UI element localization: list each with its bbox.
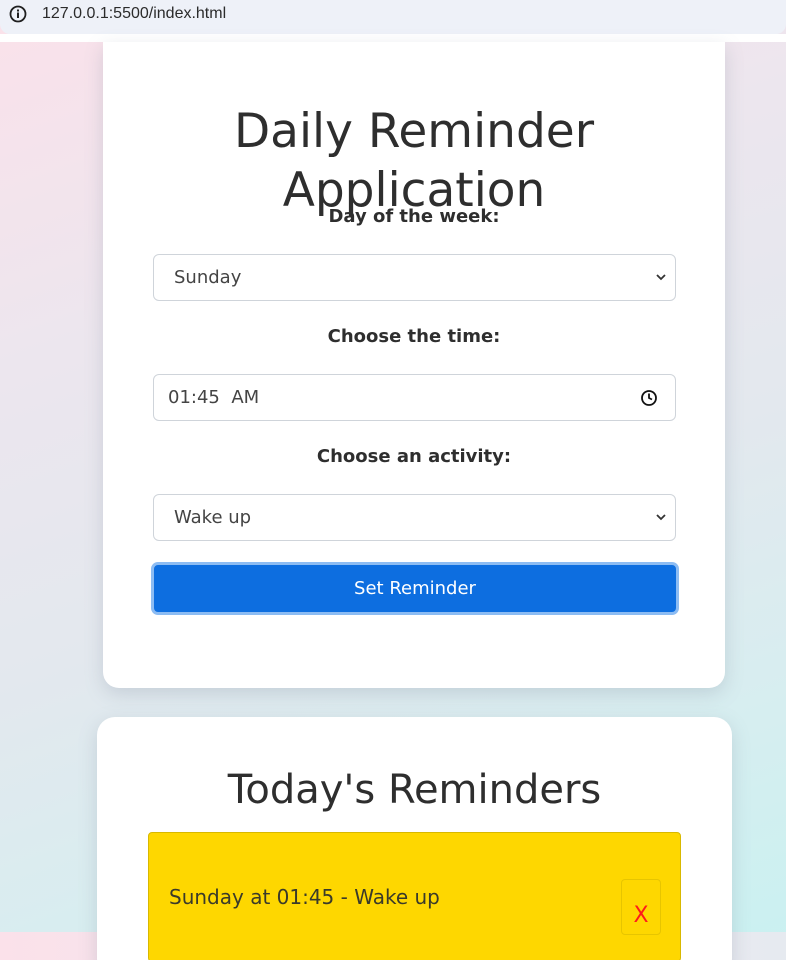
activity-select[interactable]: Wake up bbox=[153, 494, 676, 541]
page-title: Daily Reminder Application bbox=[103, 102, 725, 220]
reminders-card: Today's Reminders Sunday at 01:45 - Wake… bbox=[97, 717, 732, 960]
day-label: Day of the week: bbox=[328, 206, 500, 227]
time-input-value: 01:45 AM bbox=[168, 387, 260, 408]
clock-icon[interactable] bbox=[640, 389, 658, 407]
reminder-text: Sunday at 01:45 - Wake up bbox=[169, 885, 440, 909]
info-icon[interactable] bbox=[9, 5, 27, 23]
delete-reminder-button[interactable]: X bbox=[621, 879, 661, 935]
reminder-item: Sunday at 01:45 - Wake up X bbox=[148, 832, 681, 960]
activity-label: Choose an activity: bbox=[316, 446, 512, 467]
time-input[interactable]: 01:45 AM bbox=[153, 374, 676, 421]
reminders-heading: Today's Reminders bbox=[227, 767, 602, 813]
address-bar[interactable]: 127.0.0.1:5500/index.html bbox=[0, 0, 786, 34]
chevron-down-icon bbox=[656, 514, 666, 521]
activity-select-value: Wake up bbox=[174, 507, 252, 528]
title-line-1: Daily Reminder bbox=[233, 104, 595, 159]
chevron-down-icon bbox=[656, 274, 666, 281]
day-select-value: Sunday bbox=[174, 267, 242, 288]
reminder-form-card: Daily Reminder Application Day of the we… bbox=[103, 42, 725, 688]
set-reminder-button[interactable]: Set Reminder bbox=[151, 562, 679, 615]
time-label: Choose the time: bbox=[327, 326, 501, 347]
day-select[interactable]: Sunday bbox=[153, 254, 676, 301]
toolbar-divider bbox=[0, 34, 786, 42]
url-text[interactable]: 127.0.0.1:5500/index.html bbox=[42, 5, 226, 23]
